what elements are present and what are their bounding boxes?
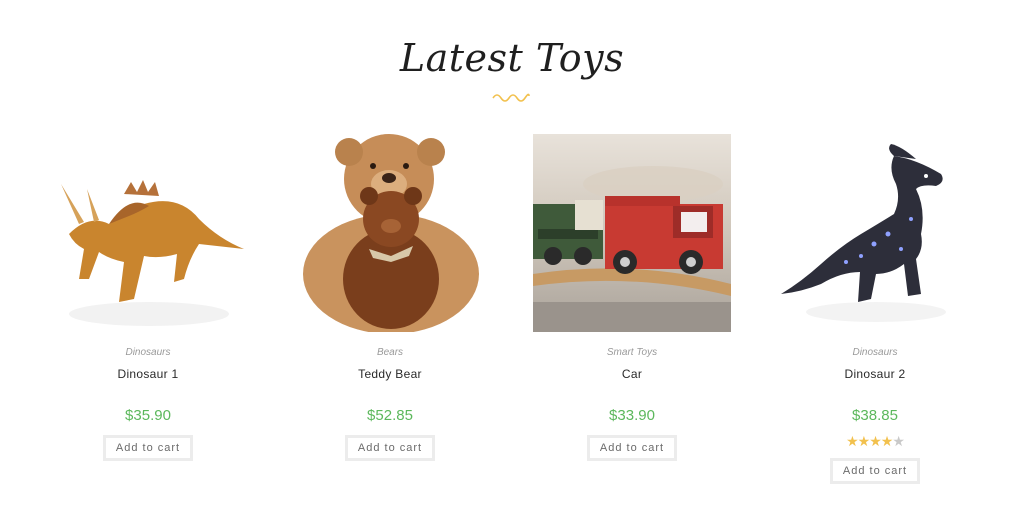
product-price: $38.85 — [852, 407, 898, 424]
star-filled-icon: ★ — [857, 433, 871, 449]
squiggle-divider-icon — [492, 93, 530, 102]
section-title: Latest Toys — [399, 36, 625, 80]
add-to-cart-button[interactable]: Add to cart — [829, 458, 921, 484]
product-category[interactable]: Smart Toys — [532, 346, 732, 360]
product-category[interactable]: Dinosaurs — [775, 346, 975, 360]
add-to-cart-button[interactable]: Add to cart — [344, 435, 436, 461]
product-category[interactable]: Bears — [290, 346, 490, 360]
product-card: Dinosaurs Dinosaur 1 $35.90 Add to cart — [48, 134, 248, 461]
product-category[interactable]: Dinosaurs — [48, 346, 248, 360]
product-price: $35.90 — [125, 407, 171, 424]
product-name[interactable]: Car — [532, 366, 732, 382]
add-to-cart-button[interactable]: Add to cart — [102, 435, 194, 461]
product-image-dinosaur-2[interactable] — [776, 134, 974, 332]
product-name[interactable]: Dinosaur 1 — [48, 366, 248, 382]
star-filled-icon: ★ — [880, 433, 894, 449]
product-image-car[interactable] — [533, 134, 731, 332]
star-filled-icon: ★ — [869, 433, 882, 449]
product-card: Bears Teddy Bear $52.85 Add to cart — [290, 134, 490, 461]
product-card: Smart Toys Car $33.90 Add to cart — [532, 134, 732, 461]
product-name[interactable]: Teddy Bear — [290, 366, 490, 382]
product-image-teddy-bear[interactable] — [291, 134, 489, 332]
product-name[interactable]: Dinosaur 2 — [775, 366, 975, 382]
add-to-cart-button[interactable]: Add to cart — [586, 435, 678, 461]
rating-stars: ★★★★★ — [775, 434, 975, 448]
product-price: $33.90 — [609, 407, 655, 424]
star-filled-icon: ★ — [846, 433, 859, 449]
product-image-dinosaur-1[interactable] — [49, 134, 247, 332]
product-price: $52.85 — [367, 407, 413, 424]
product-card: Dinosaurs Dinosaur 2 $38.85 ★★★★★ Add to… — [775, 134, 975, 484]
star-empty-icon: ★ — [892, 433, 905, 449]
